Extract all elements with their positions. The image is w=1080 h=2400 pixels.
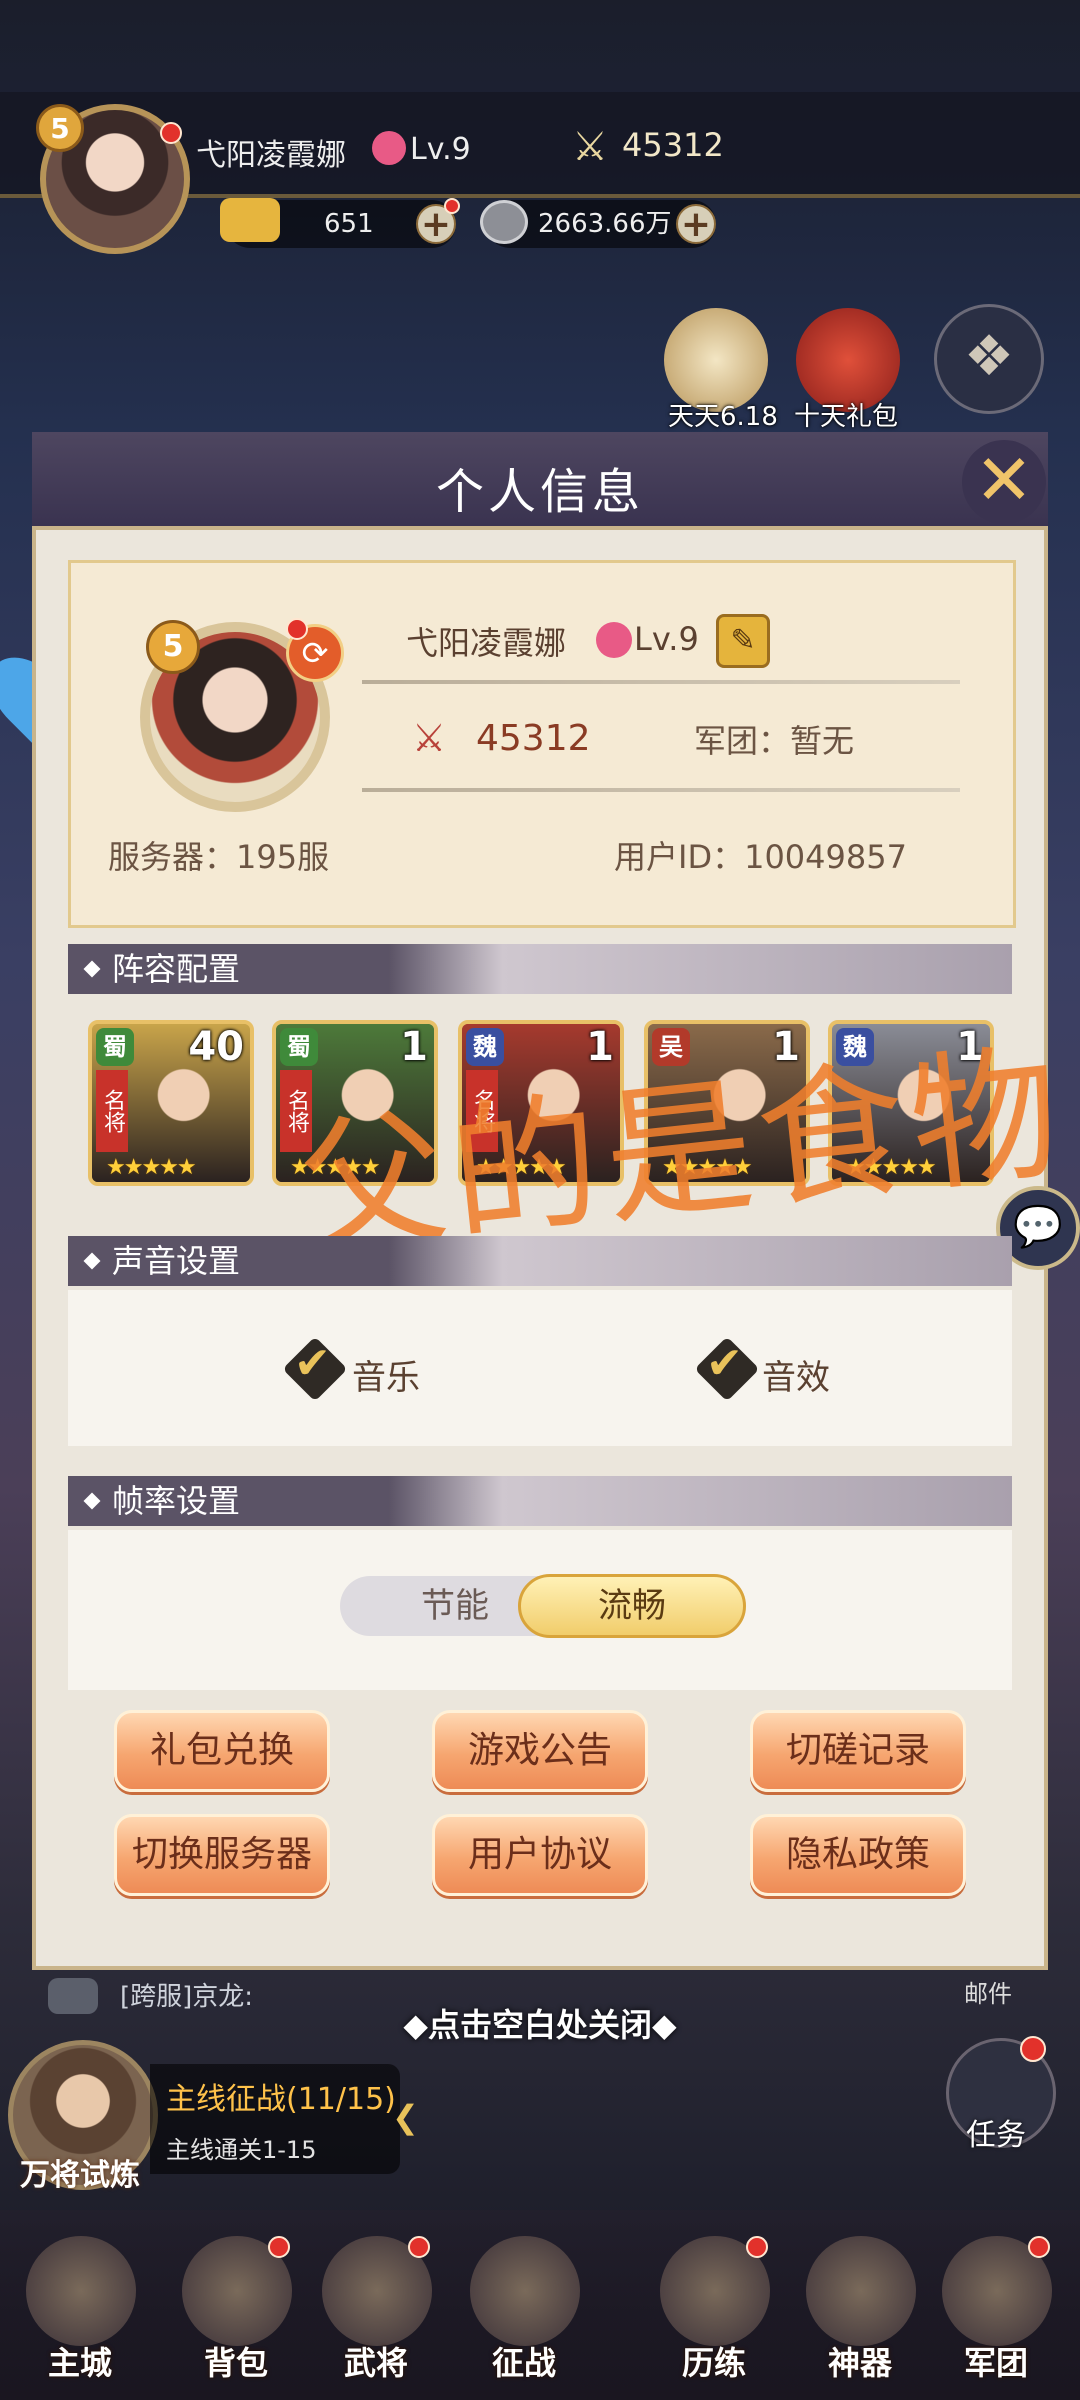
divider: [362, 680, 960, 684]
vip-badge: 5: [36, 104, 84, 152]
check-icon: ✔: [706, 1338, 743, 1389]
framerate-title: 帧率设置: [112, 1482, 241, 1520]
coin-amount: 2663.66万: [538, 209, 672, 239]
trial-label: 万将试炼: [20, 2158, 140, 2193]
profile-power: 45312: [476, 718, 591, 759]
privacy-policy-button[interactable]: 隐私政策: [750, 1814, 966, 1896]
notification-dot: [160, 122, 182, 144]
nav-label[interactable]: 征战: [464, 2338, 584, 2384]
nav-icon-3[interactable]: [470, 2236, 580, 2346]
daily-event-label: 天天6.18: [668, 402, 778, 432]
announcement-button[interactable]: 游戏公告: [432, 1710, 648, 1792]
user-agreement-button[interactable]: 用户协议: [432, 1814, 648, 1896]
sfx-label: 音效: [762, 1358, 830, 1398]
power-swords-icon: ⚔: [572, 124, 608, 170]
profile-vip-badge: 5: [146, 620, 200, 674]
notification-dot: [746, 2236, 768, 2258]
nav-label[interactable]: 军团: [936, 2338, 1056, 2384]
task-label: 任务: [966, 2118, 1026, 2153]
player-level: Lv.9: [410, 132, 471, 167]
gift-code-button[interactable]: 礼包兑换: [114, 1710, 330, 1792]
gift-pack-label: 十天礼包: [794, 402, 899, 432]
switch-server-button[interactable]: 切换服务器: [114, 1814, 330, 1896]
close-hint: ◆点击空白处关闭◆: [403, 2006, 677, 2044]
faction-badge: 蜀: [280, 1028, 318, 1066]
notification-dot: [1020, 2036, 1046, 2062]
player-power: 45312: [622, 126, 724, 164]
duel-record-button[interactable]: 切磋记录: [750, 1710, 966, 1792]
edit-name-button[interactable]: ✎: [716, 614, 770, 668]
profile-user-id: 用户ID：10049857: [614, 838, 907, 876]
hero-stars: ★★★★★: [106, 1155, 197, 1180]
nav-label[interactable]: 神器: [800, 2338, 920, 2384]
sound-section-body: [68, 1290, 1012, 1446]
female-icon: [372, 131, 406, 165]
quest-subtitle: 主线通关1-15: [166, 2136, 317, 2164]
music-label: 音乐: [352, 1358, 420, 1398]
gold-amount: 651: [324, 209, 374, 239]
notification-dot: [408, 2236, 430, 2258]
nav-label[interactable]: 历练: [654, 2338, 774, 2384]
coin-icon: [480, 200, 528, 244]
player-name: 弋阳凌霞娜: [196, 138, 346, 173]
divider: [362, 788, 960, 792]
nav-icon-5[interactable]: [806, 2236, 916, 2346]
quest-title: 主线征战(11/15): [166, 2082, 396, 2117]
notification-dot: [444, 198, 460, 214]
nav-label[interactable]: 武将: [316, 2338, 436, 2384]
profile-server: 服务器：195服: [108, 838, 330, 876]
sound-title: 声音设置: [112, 1242, 241, 1280]
hero-card[interactable]: 蜀 40 名将 ★★★★★: [88, 1020, 254, 1186]
gold-ingot-icon: [220, 198, 280, 242]
nav-label[interactable]: 主城: [20, 2338, 140, 2384]
smooth-option[interactable]: 流畅: [518, 1574, 746, 1638]
faction-badge: 蜀: [96, 1028, 134, 1066]
chevron-left-icon[interactable]: ❮: [392, 2098, 419, 2136]
notification-dot: [286, 618, 308, 640]
profile-level: Lv.9: [634, 620, 699, 658]
hero-count: 40: [188, 1024, 244, 1070]
hero-tag: 名将: [96, 1070, 128, 1152]
notification-dot: [268, 2236, 290, 2258]
lineup-title: 阵容配置: [112, 950, 241, 988]
modal-title: 个人信息: [435, 464, 644, 520]
profile-guild: 军团：暂无: [694, 722, 855, 760]
profile-name: 弋阳凌霞娜: [406, 624, 567, 662]
nav-icon-0[interactable]: [26, 2236, 136, 2346]
menu-flower-icon[interactable]: ❖: [934, 304, 1044, 414]
close-icon[interactable]: ✕: [962, 440, 1046, 524]
check-icon: ✔: [294, 1338, 331, 1389]
female-icon: [596, 622, 632, 658]
add-coins-button[interactable]: +: [676, 204, 716, 244]
notification-dot: [1028, 2236, 1050, 2258]
nav-label[interactable]: 背包: [176, 2338, 296, 2384]
power-swords-icon: ⚔: [412, 716, 447, 760]
